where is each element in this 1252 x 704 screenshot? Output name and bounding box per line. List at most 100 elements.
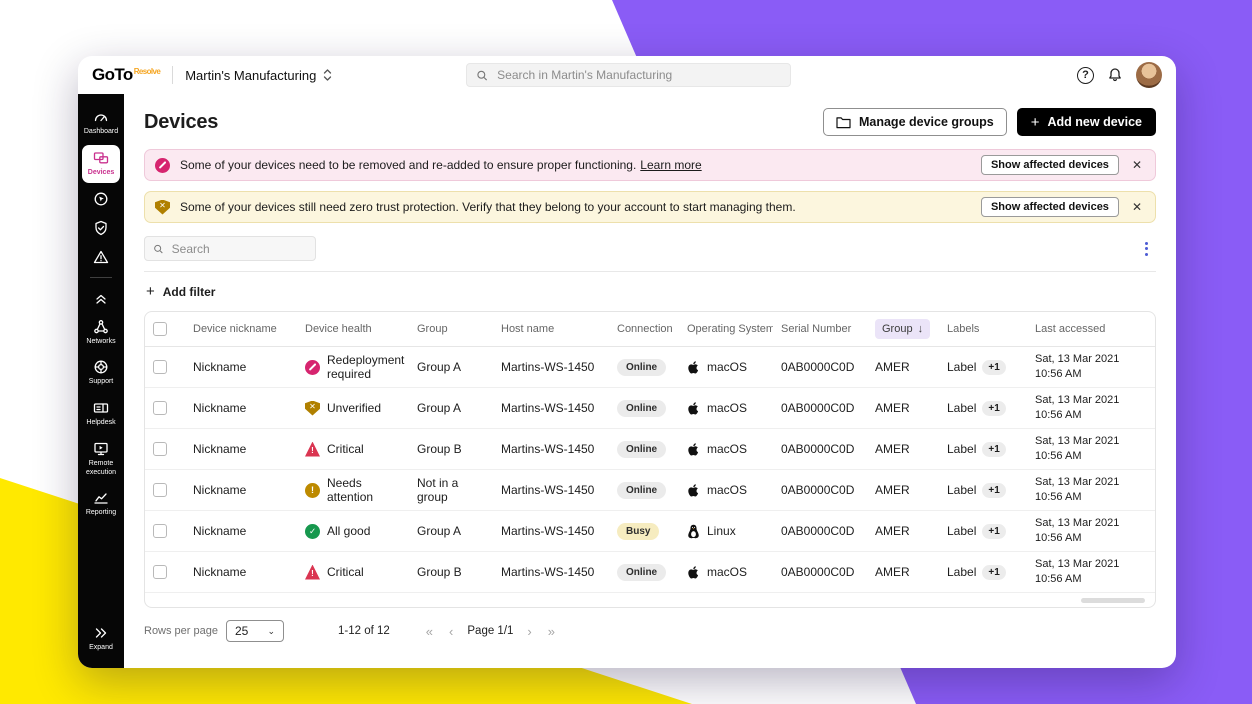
sidebar-item-protection[interactable] [81,215,121,241]
column-operating-system[interactable]: Operating System [679,312,773,347]
prev-page-button[interactable]: ‹ [441,624,461,639]
column-group-sorted[interactable]: Group↓ [867,312,939,347]
select-all-checkbox[interactable] [153,322,167,336]
os-label: macOS [707,360,747,374]
device-row[interactable]: Nickname Needs attention Not in a group … [145,470,1156,511]
rows-per-page-select[interactable]: 25⌄ [226,620,284,642]
os-label: macOS [707,483,747,497]
sidebar-item-reporting[interactable]: Reporting [81,485,121,523]
page-title: Devices [144,111,218,134]
show-affected-devices-button[interactable]: Show affected devices [981,155,1119,175]
device-row[interactable]: Nickname All good Group A Martins-WS-145… [145,511,1156,552]
column-last-accessed[interactable]: Last accessed [1027,312,1156,347]
region-group-cell: AMER [867,552,939,593]
label-count-chip[interactable]: +1 [982,442,1005,457]
add-new-device-button[interactable]: + Add new device [1017,108,1156,136]
accessed-time: 10:56 AM [1035,408,1149,423]
content-area: Devices Manage device groups + Add new d… [124,94,1176,668]
last-page-button[interactable]: » [540,624,563,639]
manage-device-groups-button[interactable]: Manage device groups [823,108,1007,136]
label-count-chip[interactable]: +1 [982,565,1005,580]
table-header-row: Device nickname Device health Group Host… [145,312,1156,347]
accessed-time: 10:56 AM [1035,572,1149,587]
label-text: Label [947,565,976,579]
accessed-time: 10:56 AM [1035,367,1149,382]
help-icon[interactable]: ? [1077,67,1094,84]
close-icon[interactable]: ✕ [1129,158,1145,172]
host-cell: Martins-WS-1450 [493,470,609,511]
accessed-date: Sat, 13 Mar 2021 [1035,434,1149,449]
sidebar-item-devices[interactable]: Devices [82,145,120,183]
topbar-divider [172,66,173,84]
device-row[interactable]: Nickname Critical Group B Martins-WS-145… [145,552,1156,593]
goto-logo: GoToResolve [92,65,160,85]
column-connection[interactable]: Connection [609,312,679,347]
device-search[interactable] [144,236,316,261]
column-device-health[interactable]: Device health [297,312,409,347]
device-row[interactable]: Nickname Critical Group B Martins-WS-145… [145,429,1156,470]
horizontal-scrollbar[interactable] [1081,598,1145,603]
first-page-button[interactable]: « [418,624,441,639]
label-count-chip[interactable]: +1 [982,401,1005,416]
sidebar-label: Networks [86,338,115,347]
global-search-input[interactable] [495,67,781,83]
label-count-chip[interactable]: +1 [982,524,1005,539]
sidebar-collapse-button[interactable] [81,285,121,311]
label-text: Label [947,360,976,374]
region-group-cell: AMER [867,511,939,552]
sidebar-item-remote-support[interactable] [81,186,121,212]
alert-triangle-icon [93,249,109,265]
column-device-nickname[interactable]: Device nickname [185,312,297,347]
row-checkbox[interactable] [153,483,167,497]
table-toolbar [144,236,1156,261]
os-label: macOS [707,565,747,579]
region-group-cell: AMER [867,470,939,511]
connection-badge: Online [617,359,666,376]
serial-cell: 0AB0000C0D [773,511,867,552]
next-page-button[interactable]: › [519,624,539,639]
row-checkbox[interactable] [153,524,167,538]
sidebar-label: Reporting [86,509,116,518]
sidebar-label: Remote execution [81,460,121,478]
serial-cell: 0AB0000C0D [773,347,867,388]
device-row[interactable]: Nickname Redeployment required Group A M… [145,347,1156,388]
sidebar-item-networks[interactable]: Networks [81,314,121,352]
column-serial-number[interactable]: Serial Number [773,312,867,347]
label-count-chip[interactable]: +1 [982,360,1005,375]
host-cell: Martins-WS-1450 [493,511,609,552]
row-checkbox[interactable] [153,442,167,456]
user-avatar[interactable] [1136,62,1162,88]
sidebar-item-helpdesk[interactable]: Helpdesk [81,395,121,433]
column-host-name[interactable]: Host name [493,312,609,347]
device-nickname: Nickname [185,470,297,511]
sidebar-item-dashboard[interactable]: Dashboard [81,104,121,142]
more-options-icon[interactable] [1137,238,1156,260]
device-search-input[interactable] [170,241,307,257]
sidebar-item-support[interactable]: Support [81,354,121,392]
bell-icon[interactable] [1107,67,1123,83]
health-icon [305,442,320,457]
label-count-chip[interactable]: +1 [982,483,1005,498]
group-cell: Group A [409,511,493,552]
device-row[interactable]: Nickname Unverified Group A Martins-WS-1… [145,388,1156,429]
row-checkbox[interactable] [153,565,167,579]
health-icon [305,483,320,498]
global-search[interactable] [466,63,791,87]
accessed-cell: Sat, 13 Mar 202110:56 AM [1027,388,1156,429]
learn-more-link[interactable]: Learn more [640,158,701,172]
show-affected-devices-button[interactable]: Show affected devices [981,197,1119,217]
support-icon [93,359,109,375]
add-new-device-label: Add new device [1048,115,1142,129]
column-labels[interactable]: Labels [939,312,1027,347]
row-checkbox[interactable] [153,401,167,415]
row-checkbox[interactable] [153,360,167,374]
add-filter-button[interactable]: + Add filter [144,272,217,311]
close-icon[interactable]: ✕ [1129,200,1145,214]
account-switcher[interactable]: Martin's Manufacturing [185,68,332,83]
sidebar-expand-button[interactable]: Expand [81,620,121,658]
sidebar-label: Expand [89,644,113,653]
accessed-date: Sat, 13 Mar 2021 [1035,475,1149,490]
sidebar-item-remote-execution[interactable]: Remote execution [81,436,121,483]
sidebar-item-alerts[interactable] [81,244,121,270]
column-group[interactable]: Group [409,312,493,347]
